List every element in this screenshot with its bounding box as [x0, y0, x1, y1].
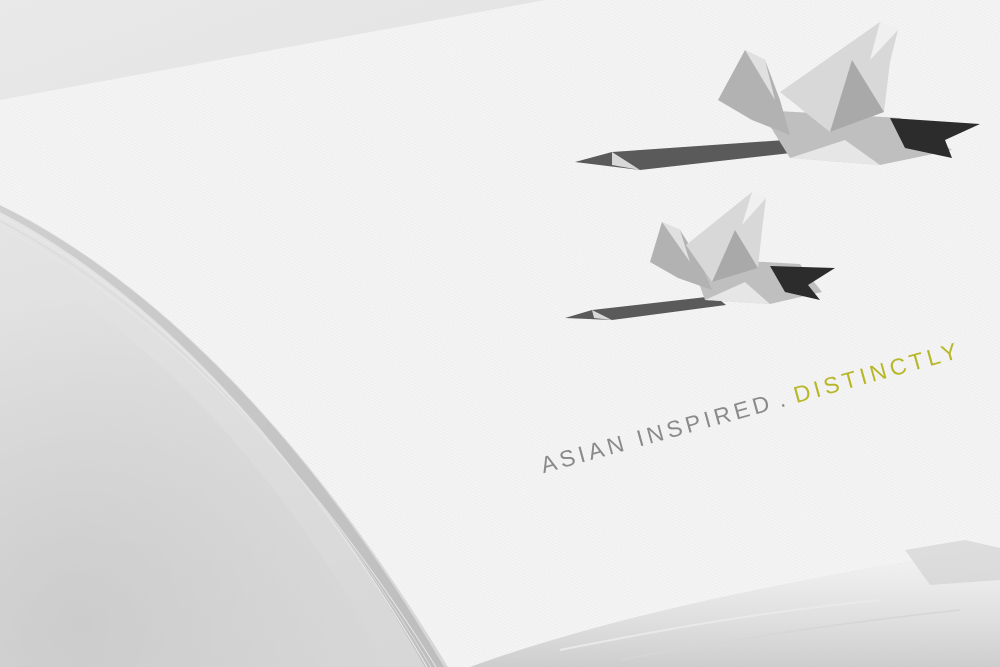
scene-canvas — [0, 0, 1000, 667]
tagline-separator: . — [774, 384, 792, 413]
